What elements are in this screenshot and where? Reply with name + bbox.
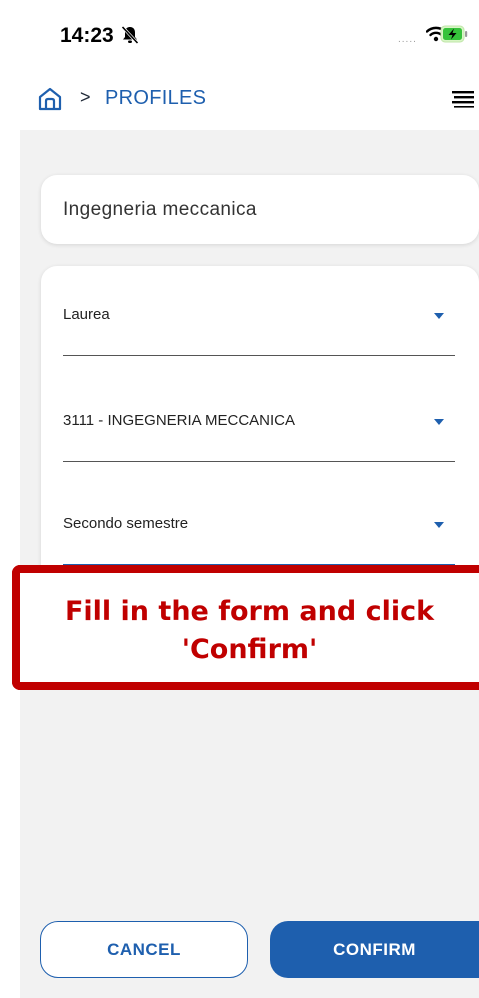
signal-dots-icon: ..... <box>398 34 417 45</box>
degree-type-select[interactable]: Laurea <box>63 276 455 356</box>
degree-type-value: Laurea <box>63 306 110 323</box>
dropdown-arrow-icon <box>434 419 444 425</box>
course-value: 3111 - INGEGNERIA MECCANICA <box>63 412 296 429</box>
profile-title-card: Ingegneria meccanica <box>41 175 479 244</box>
confirm-button[interactable]: CONFIRM <box>270 921 479 978</box>
instruction-line-2: 'Confirm' <box>181 634 318 665</box>
status-time: 14:23 <box>60 24 114 47</box>
nav-bar: > PROFILES <box>0 70 479 130</box>
dropdown-arrow-icon <box>434 313 444 319</box>
profile-form: Laurea 3111 - INGEGNERIA MECCANICA Secon… <box>41 266 479 576</box>
select-underline <box>63 355 455 356</box>
instruction-line-1: Fill in the form and click <box>64 596 435 627</box>
battery-charging-icon <box>440 25 468 48</box>
status-bar: 14:23 ..... <box>0 0 479 70</box>
home-icon[interactable] <box>37 86 63 117</box>
instruction-overlay: Fill in the form and click 'Confirm' <box>12 565 479 690</box>
breadcrumb-profiles[interactable]: PROFILES <box>105 87 206 110</box>
select-underline <box>63 461 455 462</box>
course-select[interactable]: 3111 - INGEGNERIA MECCANICA <box>63 382 455 462</box>
cancel-button[interactable]: CANCEL <box>40 921 248 978</box>
breadcrumb-separator: > <box>80 87 91 107</box>
semester-value: Secondo semestre <box>63 515 189 532</box>
dropdown-arrow-icon <box>434 522 444 528</box>
profile-title: Ingegneria meccanica <box>63 199 257 220</box>
menu-icon[interactable] <box>452 90 474 113</box>
bell-muted-icon <box>121 25 139 50</box>
instruction-text: Fill in the form and click 'Confirm' <box>20 593 479 669</box>
content-area: Ingegneria meccanica Laurea 3111 - INGEG… <box>20 130 479 998</box>
semester-select[interactable]: Secondo semestre <box>63 485 455 566</box>
